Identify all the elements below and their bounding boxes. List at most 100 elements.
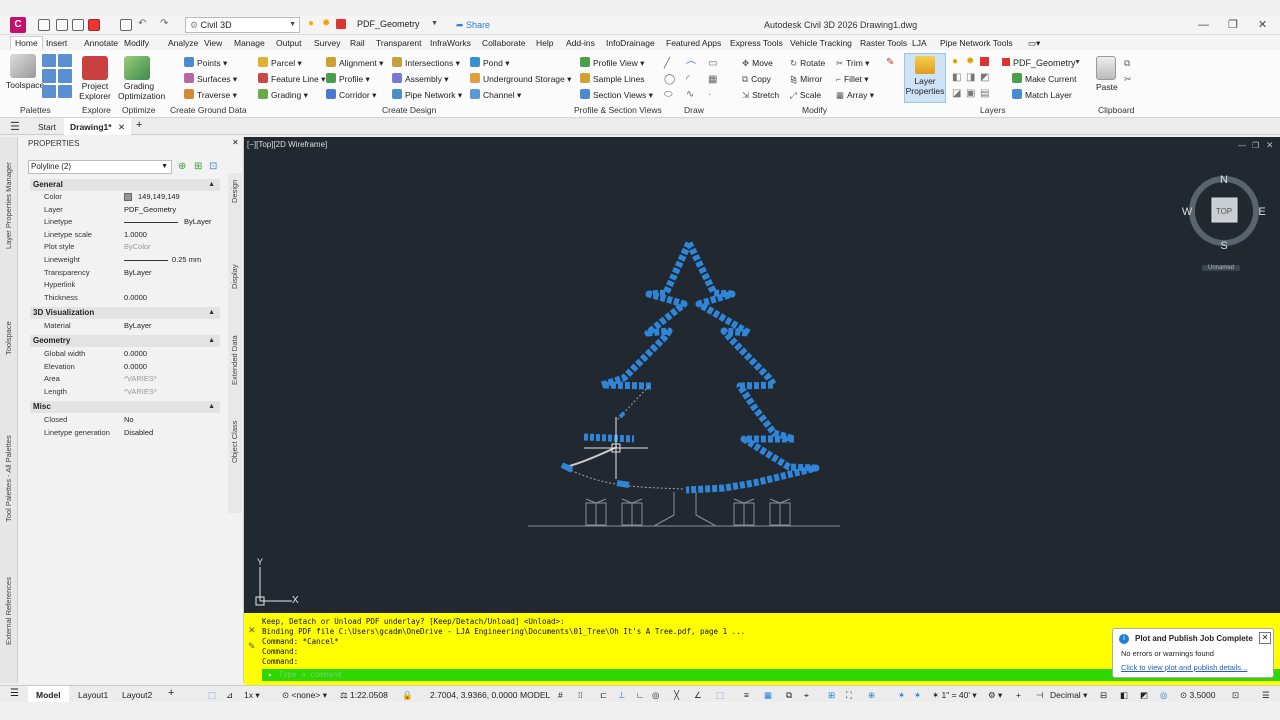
- plot-icon[interactable]: [120, 19, 132, 31]
- feature-line-button[interactable]: Feature Line ▾: [258, 73, 325, 85]
- channel-button[interactable]: Channel ▾: [470, 89, 521, 101]
- lock-icon[interactable]: 🔒: [402, 689, 413, 701]
- layer-properties-button[interactable]: Layer Properties: [904, 53, 946, 103]
- ribbon-tab-lja[interactable]: LJA: [912, 37, 927, 49]
- selection-dropdown[interactable]: Polyline (2) ▼: [28, 160, 172, 174]
- compass-west[interactable]: W: [1182, 206, 1193, 218]
- notification-close-icon[interactable]: ✕: [1259, 632, 1271, 644]
- property-row-layer[interactable]: Layer PDF_Geometry: [30, 204, 220, 216]
- compass-south[interactable]: S: [1220, 240, 1227, 252]
- dynamic-input-icon[interactable]: ⊥: [618, 689, 625, 701]
- panel-create-ground-data[interactable]: Create Ground Data: [170, 105, 247, 115]
- ortho-mode-icon[interactable]: ∟: [636, 689, 644, 701]
- layer-state-bulb-icon[interactable]: ●: [308, 18, 314, 29]
- rotate-button[interactable]: ↻ Rotate: [790, 57, 825, 69]
- filter-dropdown[interactable]: ⊙ <none> ▾: [282, 689, 327, 701]
- points-button[interactable]: Points ▾: [184, 57, 227, 69]
- share-button[interactable]: ➦ Share: [456, 18, 490, 32]
- quick-properties-icon[interactable]: ⊟: [1100, 689, 1107, 701]
- layer-color-icon[interactable]: [980, 57, 989, 66]
- viewcube[interactable]: TOP N S E W: [1182, 171, 1268, 257]
- ribbon-tab-output[interactable]: Output: [276, 37, 302, 49]
- ribbon-tab-infodrainage[interactable]: InfoDrainage: [606, 37, 655, 49]
- profile-view-button[interactable]: Profile View ▾: [580, 57, 644, 69]
- gizmo-icon[interactable]: ⊕: [868, 689, 875, 701]
- annotation-visibility-icon[interactable]: ✶: [898, 689, 905, 701]
- ribbon-tab-view[interactable]: View: [204, 37, 222, 49]
- ribbon-tab-pipe-network-tools[interactable]: Pipe Network Tools: [940, 37, 1013, 49]
- pipe-network-button[interactable]: Pipe Network ▾: [392, 89, 462, 101]
- wcs-menu[interactable]: Unnamed: [1202, 265, 1241, 271]
- dynamic-ucs-icon[interactable]: ⊞: [828, 689, 835, 701]
- isometric-icon[interactable]: ╳: [674, 689, 679, 701]
- match-layer-button[interactable]: Match Layer: [1012, 89, 1072, 101]
- save-as-icon[interactable]: [88, 19, 100, 31]
- layer-properties-manager-tab[interactable]: Layer Properties Manager: [4, 162, 13, 249]
- external-references-tab[interactable]: External References: [4, 577, 13, 645]
- copy-clip-icon[interactable]: ⧉: [1124, 58, 1130, 69]
- drawing-viewport[interactable]: [−][Top][2D Wireframe] — ❐ ✕ Y X TOP N S…: [244, 137, 1280, 613]
- spline-icon[interactable]: ∿: [686, 89, 694, 100]
- new-tab-icon[interactable]: +: [136, 119, 142, 131]
- layout1-tab[interactable]: Layout1: [78, 689, 108, 701]
- section-geometry[interactable]: Geometry ▲: [30, 335, 220, 347]
- layer-iso-icon[interactable]: ◧: [952, 72, 961, 83]
- property-row-closed[interactable]: Closed No: [30, 414, 220, 426]
- extended-data-tab[interactable]: Extended Data: [230, 335, 239, 385]
- ribbon-tab-survey[interactable]: Survey: [314, 37, 340, 49]
- design-tab[interactable]: Design: [230, 180, 239, 203]
- hatch-icon[interactable]: ▦: [708, 74, 717, 85]
- paste-button[interactable]: Paste: [1096, 81, 1118, 93]
- palette-close-icon[interactable]: ✕: [232, 138, 239, 147]
- grid-icon[interactable]: #: [558, 689, 563, 701]
- zoom-level-dropdown[interactable]: 1x ▾: [244, 689, 260, 701]
- property-row-material[interactable]: Material ByLayer: [30, 320, 220, 332]
- alignment-button[interactable]: Alignment ▾: [326, 57, 383, 69]
- property-row-length[interactable]: Length *VARIES*: [30, 386, 220, 398]
- panel-layers[interactable]: Layers: [980, 105, 1006, 115]
- ribbon-tab-annotate[interactable]: Annotate: [84, 37, 118, 49]
- layout-menu-icon[interactable]: ☰: [10, 688, 19, 700]
- hardware-acceleration-icon[interactable]: ◎: [1160, 689, 1167, 701]
- circle-icon[interactable]: ◯: [664, 74, 675, 85]
- property-row-elevation[interactable]: Elevation 0.0000: [30, 361, 220, 373]
- parcel-button[interactable]: Parcel ▾: [258, 57, 302, 69]
- panel-create-design[interactable]: Create Design: [382, 105, 436, 115]
- ribbon-tab-vehicle-tracking[interactable]: Vehicle Tracking: [790, 37, 852, 49]
- clean-screen-icon[interactable]: ⊡: [1232, 689, 1239, 701]
- customization-icon[interactable]: ☰: [1262, 689, 1270, 701]
- command-close-icon[interactable]: ✕: [248, 625, 256, 636]
- units-icon[interactable]: ⊣: [1036, 689, 1043, 701]
- panel-palettes[interactable]: Palettes: [20, 105, 51, 115]
- snap-mode-icon[interactable]: ⁞⁞: [578, 689, 583, 701]
- open-file-icon[interactable]: [56, 19, 68, 31]
- intersections-button[interactable]: Intersections ▾: [392, 57, 460, 69]
- autoscale-icon[interactable]: ✶: [914, 689, 921, 701]
- ribbon-tab-analyze[interactable]: Analyze: [168, 37, 198, 49]
- property-row-thickness[interactable]: Thickness 0.0000: [30, 292, 220, 304]
- units-dropdown[interactable]: Decimal ▾: [1050, 689, 1087, 701]
- move-button[interactable]: ✥ Move: [742, 57, 773, 69]
- property-row-linetype[interactable]: Linetype ByLayer: [30, 216, 220, 228]
- project-explorer-icon[interactable]: [82, 56, 108, 80]
- grading-optimization-button[interactable]: Grading Optimization: [118, 81, 165, 101]
- layer-freeze-icon[interactable]: ◩: [980, 72, 989, 83]
- ortho-icon[interactable]: ⊿: [226, 689, 233, 701]
- line-icon[interactable]: ╱: [664, 58, 670, 69]
- close-tab-icon[interactable]: ✕: [118, 122, 125, 132]
- assembly-button[interactable]: Assembly ▾: [392, 73, 448, 85]
- ribbon-tab-raster-tools[interactable]: Raster Tools: [860, 37, 907, 49]
- cut-clip-icon[interactable]: ✂: [1124, 74, 1132, 85]
- ribbon-tab-infraworks[interactable]: InfraWorks: [430, 37, 471, 49]
- viewcube-top-face[interactable]: TOP: [1216, 207, 1232, 216]
- selection-cycling-icon[interactable]: ⧉: [786, 689, 792, 701]
- save-icon[interactable]: [72, 19, 84, 31]
- section-views-button[interactable]: Section Views ▾: [580, 89, 653, 101]
- ribbon-minimize-icon[interactable]: ▭▾: [1028, 37, 1040, 49]
- surfaces-button[interactable]: Surfaces ▾: [184, 73, 237, 85]
- notification-link[interactable]: Click to view plot and publish details..…: [1121, 663, 1247, 672]
- array-button[interactable]: ▦ Array ▾: [836, 89, 874, 101]
- object-class-tab[interactable]: Object Class: [230, 420, 239, 463]
- pond-button[interactable]: Pond ▾: [470, 57, 510, 69]
- ribbon-tab-rail[interactable]: Rail: [350, 37, 365, 49]
